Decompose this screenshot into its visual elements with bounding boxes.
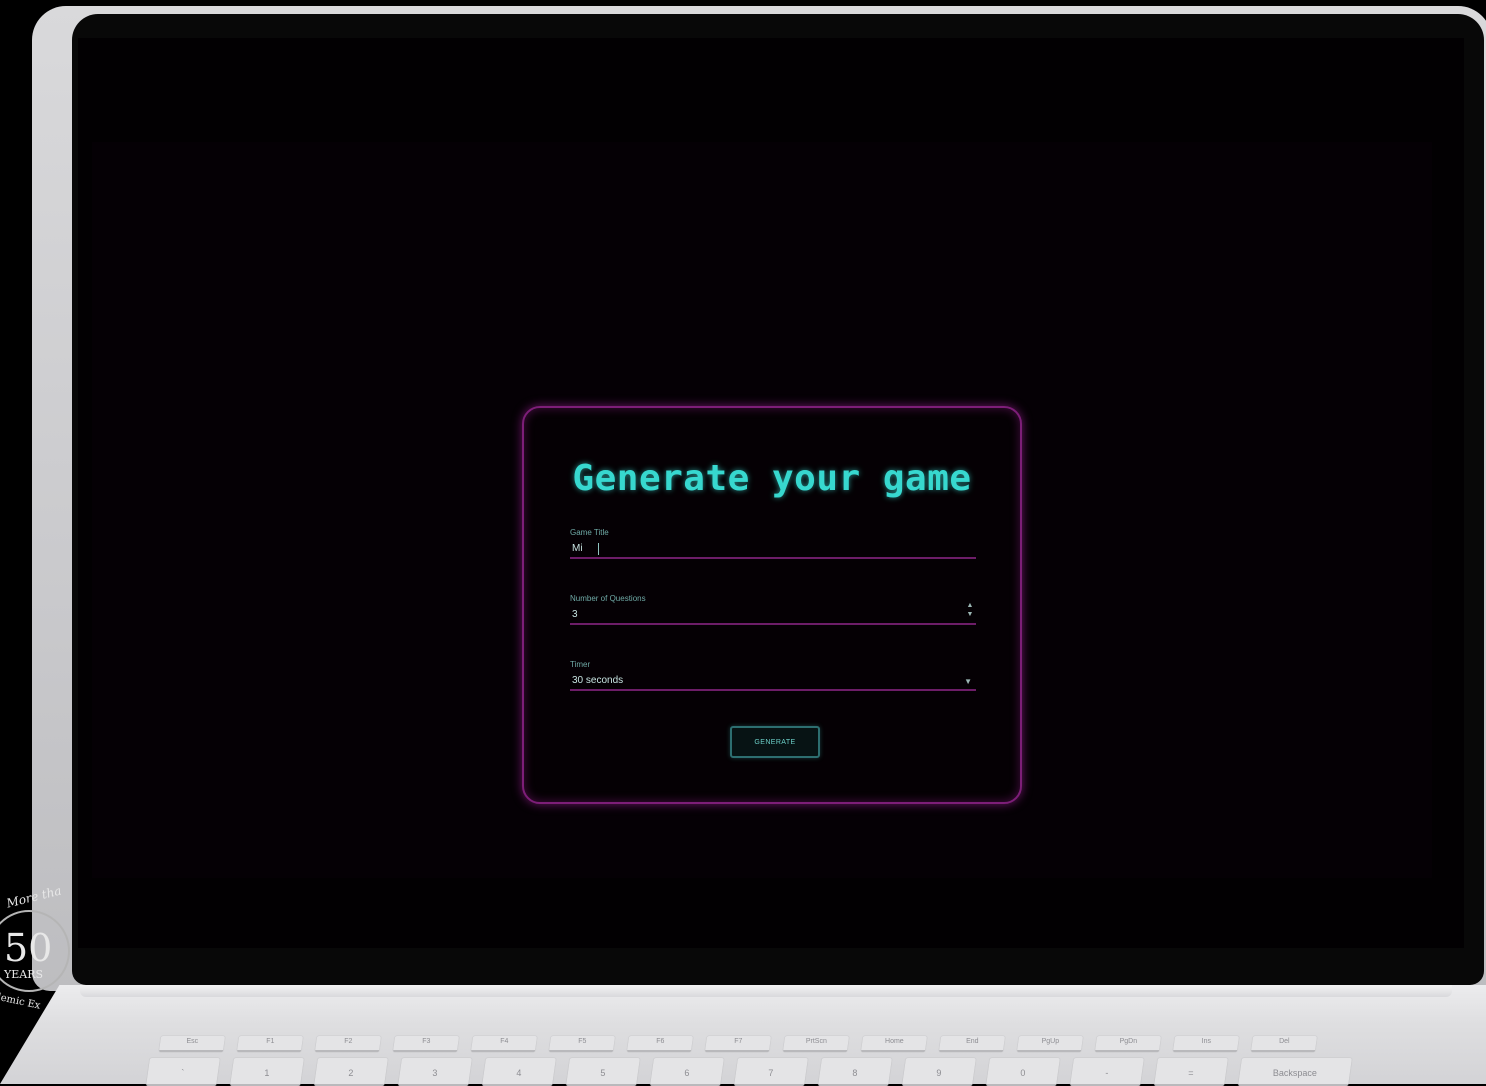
question-count-field: Number of Questions 3 ▲ ▼	[570, 594, 976, 625]
generate-button[interactable]: GENERATE	[730, 726, 820, 758]
keyboard-key: 2	[314, 1058, 388, 1086]
keyboard-key: =	[1154, 1058, 1228, 1086]
keyboard-key: 9	[902, 1058, 976, 1086]
badge-number: 50	[4, 926, 53, 970]
game-title-value: Mi	[572, 543, 583, 554]
keyboard-key: -	[1070, 1058, 1144, 1086]
keyboard-key: Home	[860, 1036, 928, 1052]
keyboard-key: End	[938, 1036, 1006, 1052]
keyboard-key: F4	[470, 1036, 538, 1052]
timer-selected-value: 30 seconds	[572, 675, 624, 686]
keyboard-key: PrtScn	[782, 1036, 850, 1052]
keyboard-key: F2	[314, 1036, 382, 1052]
keyboard-key: 5	[566, 1058, 640, 1086]
keyboard-key: 8	[818, 1058, 892, 1086]
timer-label: Timer	[570, 660, 591, 669]
number-key-row: ` 1 2 3 4 5 6 7 8 9 0 - = Backspace	[146, 1058, 1352, 1086]
game-title-input[interactable]: Mi	[570, 541, 976, 559]
chevron-down-icon: ▼	[964, 677, 972, 686]
stepper-down-icon[interactable]: ▼	[966, 610, 974, 619]
keyboard-key: 0	[986, 1058, 1060, 1086]
laptop-screen: Generate your game Game Title Mi Number …	[78, 38, 1464, 948]
keyboard-key: F3	[392, 1036, 460, 1052]
keyboard-key: PgDn	[1094, 1036, 1162, 1052]
keyboard-key: PgUp	[1016, 1036, 1084, 1052]
question-count-value: 3	[572, 609, 578, 620]
keyboard-key: Backspace	[1238, 1058, 1352, 1086]
question-count-input[interactable]: 3 ▲ ▼	[570, 602, 976, 625]
function-key-row: Esc F1 F2 F3 F4 F5 F6 F7 PrtScn Home End…	[158, 1036, 1318, 1052]
stepper-up-icon[interactable]: ▲	[966, 601, 974, 610]
anniversary-badge: More tha 50 YEARS demic Ex	[0, 883, 78, 1024]
keyboard-key: `	[146, 1058, 220, 1086]
page-title: Generate your game	[572, 458, 972, 499]
badge-years: YEARS	[4, 968, 44, 981]
keyboard-key: Ins	[1172, 1036, 1240, 1052]
app-viewport: Generate your game Game Title Mi Number …	[92, 142, 1432, 878]
question-count-label: Number of Questions	[570, 594, 646, 603]
generate-game-card: Generate your game Game Title Mi Number …	[522, 406, 1022, 804]
timer-select[interactable]: 30 seconds ▼	[570, 673, 976, 691]
badge-bottom-text: demic Ex	[0, 991, 42, 1012]
keyboard-key: 6	[650, 1058, 724, 1086]
keyboard-key: F1	[236, 1036, 304, 1052]
game-title-label: Game Title	[570, 528, 609, 537]
timer-field: Timer 30 seconds ▼	[570, 660, 976, 691]
keyboard-key: 4	[482, 1058, 556, 1086]
game-title-field: Game Title Mi	[570, 528, 976, 559]
keyboard-key: F6	[626, 1036, 694, 1052]
badge-top-text: More tha	[5, 883, 63, 911]
keyboard-key: F7	[704, 1036, 772, 1052]
keyboard-key: 7	[734, 1058, 808, 1086]
keyboard-key: Esc	[158, 1036, 226, 1052]
keyboard-key: 1	[230, 1058, 304, 1086]
keyboard-key: F5	[548, 1036, 616, 1052]
text-caret	[598, 543, 599, 555]
keyboard-key: 3	[398, 1058, 472, 1086]
number-stepper[interactable]: ▲ ▼	[966, 601, 974, 619]
laptop-hinge	[80, 985, 1452, 997]
keyboard-key: Del	[1250, 1036, 1318, 1052]
